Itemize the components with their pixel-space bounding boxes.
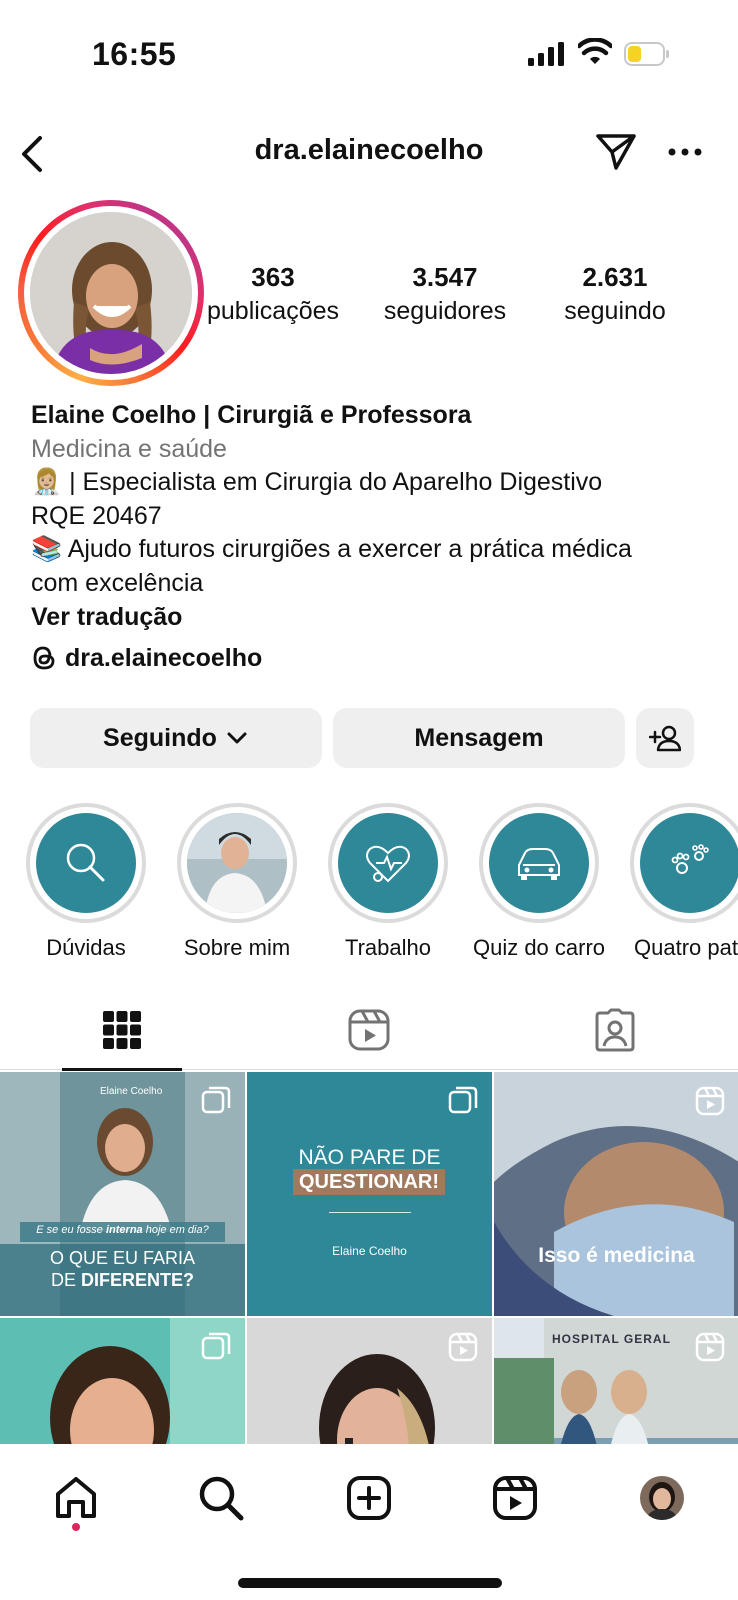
notification-dot	[72, 1523, 80, 1531]
tagged-person-icon	[595, 1008, 635, 1052]
tab-grid[interactable]	[62, 990, 182, 1071]
post-thumbnail[interactable]	[247, 1318, 492, 1444]
reels-icon	[493, 1476, 537, 1520]
add-person-icon	[649, 725, 681, 752]
post-title: NÃO PARE DE	[298, 1146, 441, 1169]
following-button[interactable]: Seguindo	[30, 708, 322, 768]
search-icon	[199, 1476, 244, 1521]
profile-bio: Elaine Coelho | Cirurgiã e Professora Me…	[31, 398, 721, 634]
suggested-people-button[interactable]	[636, 708, 694, 768]
profile-stats: 363 publicações 3.547 seguidores 2.631 s…	[200, 262, 720, 325]
more-options-icon[interactable]	[666, 130, 706, 174]
paw-icon	[671, 844, 709, 874]
grid-icon	[103, 1011, 141, 1049]
carousel-icon	[201, 1332, 231, 1360]
reel-icon	[695, 1332, 725, 1362]
divider	[329, 1212, 411, 1213]
reels-icon	[348, 1009, 390, 1051]
posts-count[interactable]: 363 publicações	[200, 262, 346, 326]
post-thumbnail[interactable]: NÃO PARE DE QUESTIONAR! Elaine Coelho	[247, 1072, 492, 1316]
post-brand: Elaine Coelho	[100, 1086, 163, 1097]
threads-handle: dra.elainecoelho	[65, 643, 263, 672]
post-thumbnail[interactable]: HOSPITAL GERAL	[494, 1318, 738, 1444]
create-post-icon	[347, 1476, 391, 1520]
profile-header: dra.elainecoelho	[0, 122, 738, 186]
followers-count[interactable]: 3.547 seguidores	[370, 262, 520, 326]
post-thumbnail[interactable]: Isso é medicina	[494, 1072, 738, 1316]
car-icon	[518, 848, 560, 880]
tab-reels[interactable]	[309, 990, 429, 1070]
nav-profile[interactable]	[632, 1468, 692, 1528]
status-bar: 16:55	[0, 0, 738, 110]
nav-create[interactable]	[339, 1468, 399, 1528]
clock: 16:55	[92, 36, 177, 72]
carousel-icon	[201, 1086, 231, 1114]
stethoscope-icon	[366, 845, 410, 883]
highlight-quatro-patas[interactable]: Quatro patas	[620, 803, 738, 961]
battery-icon	[624, 42, 669, 66]
reel-icon	[695, 1086, 725, 1116]
profile-avatar-small	[640, 1476, 684, 1520]
threads-link[interactable]: dra.elainecoelho	[31, 640, 262, 676]
post-question: E se eu fosse interna hoje em dia?	[36, 1224, 209, 1236]
carousel-icon	[448, 1086, 478, 1114]
profile-avatar-story-ring[interactable]	[18, 200, 204, 386]
nav-search[interactable]	[191, 1468, 251, 1528]
highlight-duvidas[interactable]: Dúvidas	[16, 803, 156, 961]
post-title: O QUE EU FARIA	[49, 1248, 196, 1268]
reel-icon	[448, 1332, 478, 1362]
home-icon	[56, 1477, 96, 1518]
message-button[interactable]: Mensagem	[333, 708, 625, 768]
magnifier-icon	[66, 843, 105, 882]
threads-icon	[33, 646, 55, 670]
profile-display-name: Elaine Coelho | Cirurgiã e Professora	[31, 401, 472, 429]
hospital-sign: HOSPITAL GERAL	[552, 1332, 671, 1346]
see-translation-link[interactable]: Ver tradução	[31, 600, 721, 634]
highlight-sobre-mim[interactable]: Sobre mim	[167, 803, 307, 961]
profile-avatar	[30, 212, 192, 374]
wifi-icon	[578, 38, 612, 64]
post-title: DE DIFERENTE?	[50, 1270, 195, 1290]
nav-reels[interactable]	[485, 1468, 545, 1528]
cellular-signal-icon	[528, 42, 564, 66]
bio-line: 📚 Ajudo futuros cirurgiões a exercer a p…	[31, 535, 632, 563]
home-indicator	[238, 1578, 502, 1588]
bottom-navigation	[0, 1444, 738, 1600]
post-thumbnail[interactable]: Elaine Coelho E se eu fosse interna hoje…	[0, 1072, 245, 1316]
posts-grid: Elaine Coelho E se eu fosse interna hoje…	[0, 1072, 738, 1444]
bio-line: com excelência	[31, 568, 204, 597]
post-brand: Elaine Coelho	[332, 1244, 407, 1258]
bio-line: 👩🏼‍⚕️ | Especialista em Cirurgia do Apar…	[31, 468, 603, 496]
chevron-down-icon	[227, 732, 247, 744]
bio-line: RQE 20467	[31, 501, 162, 530]
following-count[interactable]: 2.631 seguindo	[550, 262, 680, 326]
profile-content-tabs	[0, 990, 738, 1071]
nav-home[interactable]	[46, 1468, 106, 1528]
highlight-photo	[187, 813, 287, 913]
highlight-trabalho[interactable]: Trabalho	[318, 803, 458, 961]
profile-category: Medicina e saúde	[31, 435, 227, 463]
post-caption: Isso é medicina	[538, 1244, 695, 1267]
post-thumbnail[interactable]	[0, 1318, 245, 1444]
post-title-highlight: QUESTIONAR!	[293, 1169, 445, 1195]
share-send-icon[interactable]	[594, 130, 638, 174]
highlight-quiz-do-carro[interactable]: Quiz do carro	[469, 803, 609, 961]
tab-tagged[interactable]	[555, 990, 675, 1070]
